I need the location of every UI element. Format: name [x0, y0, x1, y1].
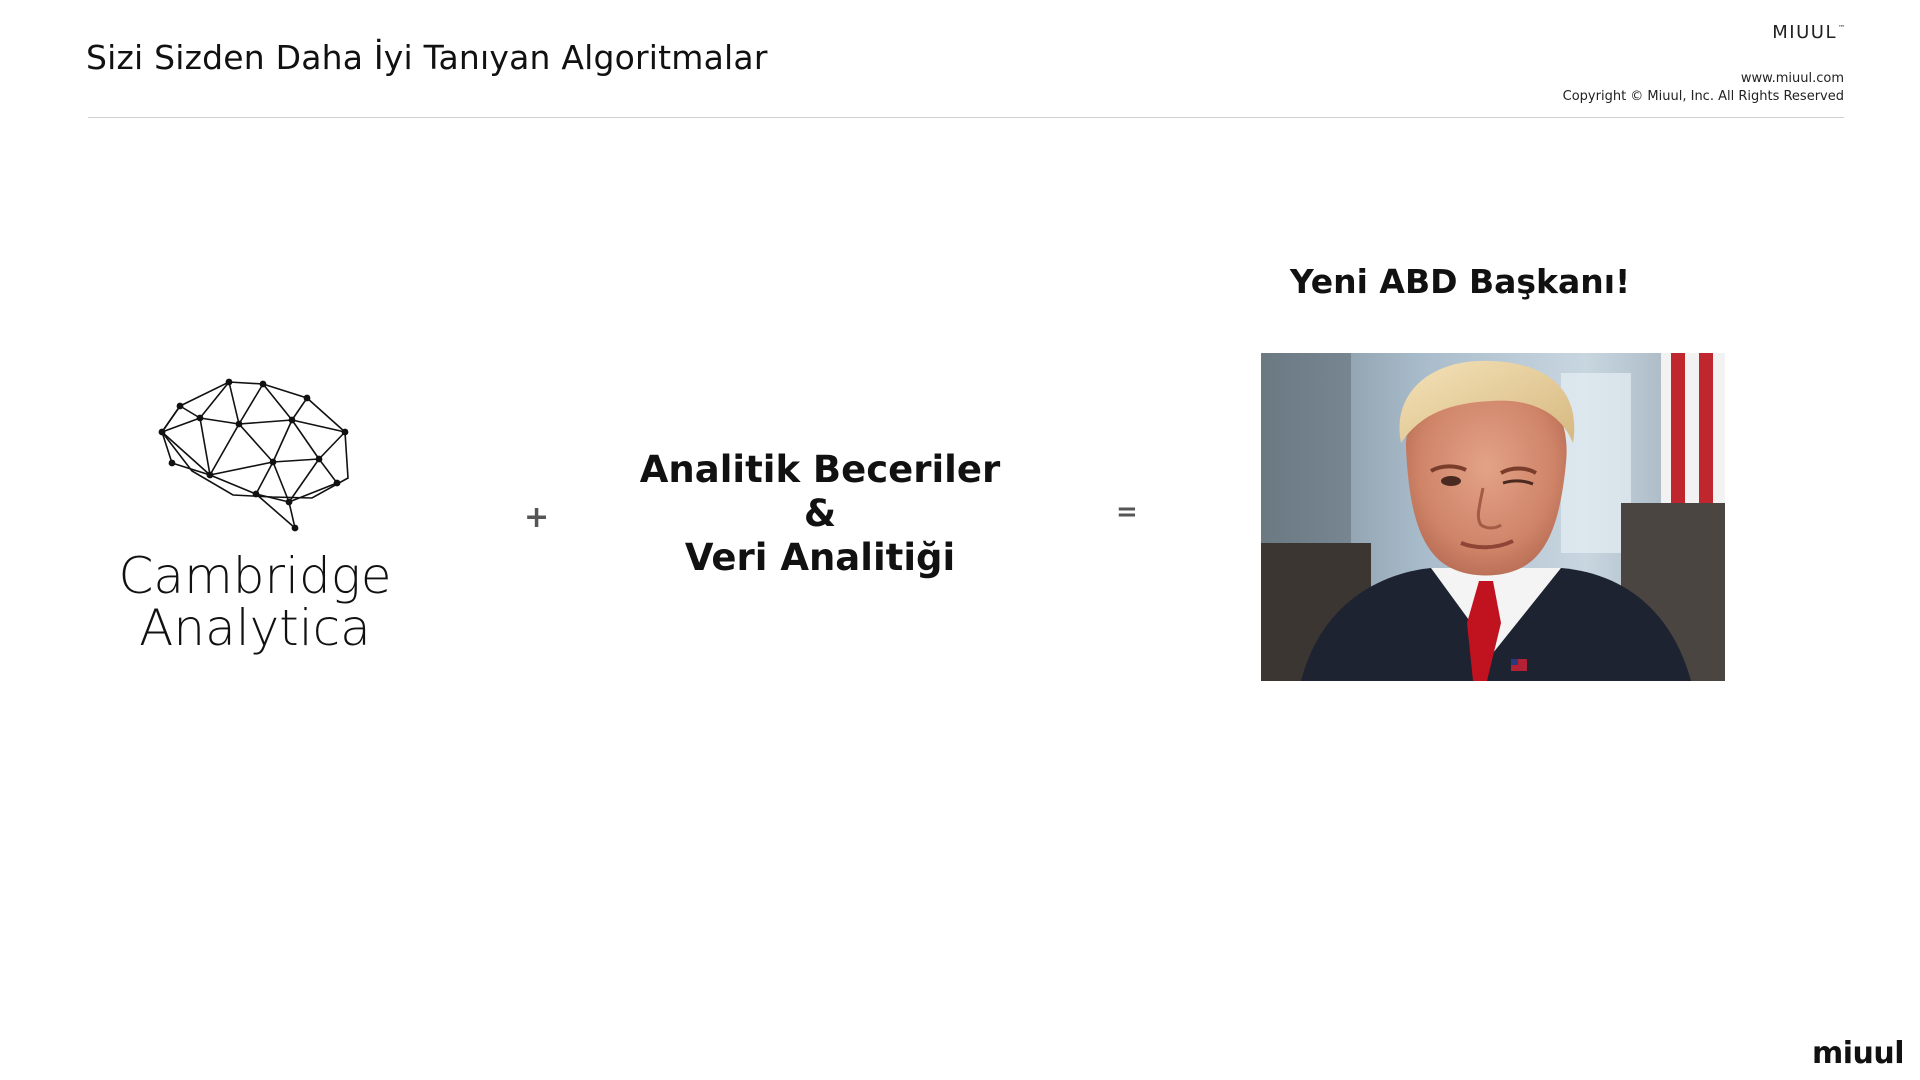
brand-name: MIUUL	[1772, 22, 1837, 43]
result-title: Yeni ABD Başkanı!	[1289, 262, 1631, 301]
skills-text: Analitik Beceriler & Veri Analitiği	[620, 448, 1020, 580]
skills-line-2: &	[803, 492, 837, 535]
copyright-text: Copyright © Miuul, Inc. All Rights Reser…	[1562, 89, 1844, 104]
skills-line-3: Veri Analitiği	[684, 536, 956, 579]
slide: Sizi Sizden Daha İyi Tanıyan Algoritmala…	[0, 0, 1920, 1080]
cambridge-analytica-logo: Cambridge Analytica	[100, 370, 410, 660]
page-title: Sizi Sizden Daha İyi Tanıyan Algoritmala…	[86, 38, 768, 77]
trademark-symbol: ™	[1838, 24, 1845, 32]
plus-sign: +	[524, 500, 550, 535]
brand-logo-top: MIUUL™	[1772, 22, 1845, 43]
brand-logo-bottom: miuul	[1811, 1036, 1905, 1071]
brain-network-icon	[158, 378, 349, 532]
header-divider	[88, 117, 1844, 118]
equals-sign: =	[1116, 497, 1138, 527]
logo-text-line-1: Cambridge	[118, 547, 392, 605]
logo-text-line-2: Analytica	[139, 599, 371, 657]
skills-line-1: Analitik Beceriler	[639, 448, 1001, 491]
portrait-photo	[1261, 353, 1725, 681]
website-text: www.miuul.com	[1740, 71, 1844, 86]
